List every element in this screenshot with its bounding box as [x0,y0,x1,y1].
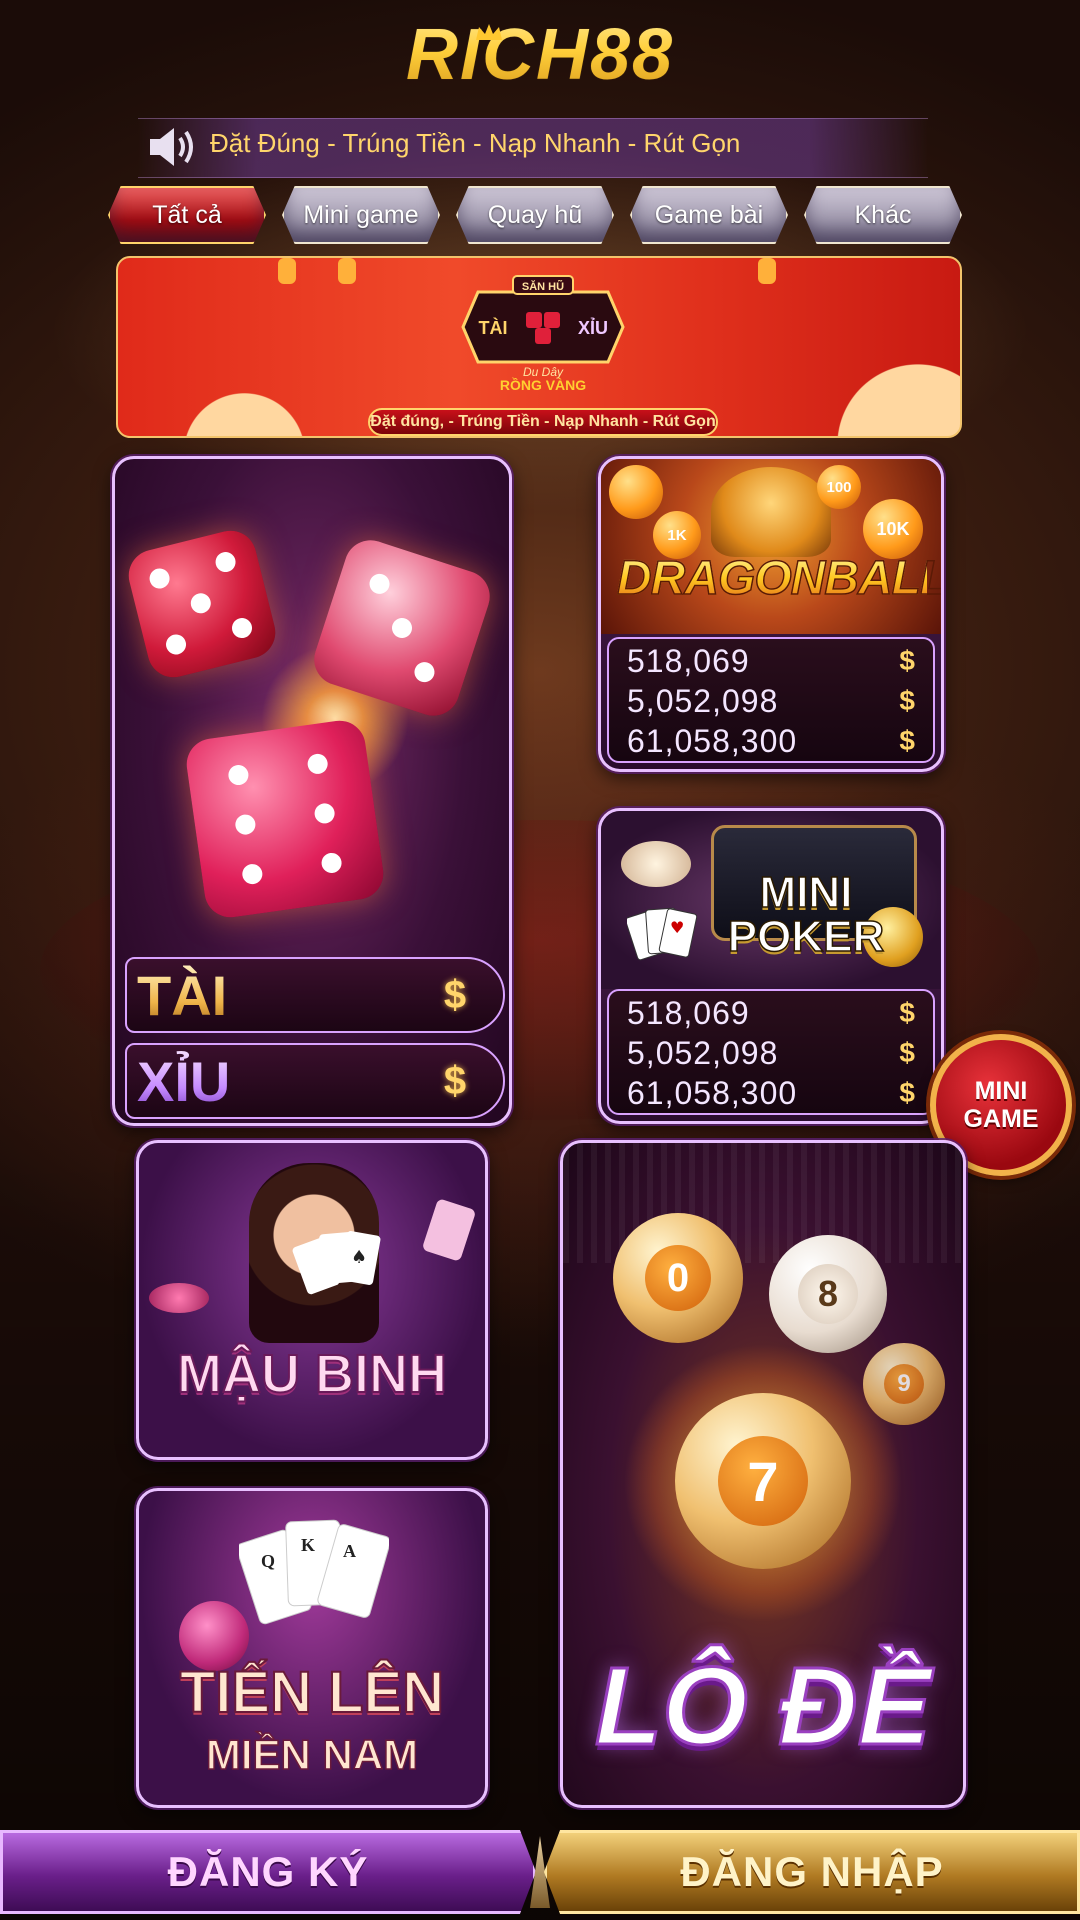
register-label: ĐĂNG KÝ [167,1848,369,1895]
minipoker-jackpot-list: 518,069 $ 5,052,098 $ 61,058,300 $ [607,989,935,1115]
minipoker-title-line2: POKER [727,912,885,961]
emblem-tai-label: TÀI [479,317,508,338]
floating-card-decoration [421,1198,477,1262]
dollar-coin-icon: $ [443,973,467,1017]
lottery-ball-icon: 0 [613,1213,743,1343]
tab-mini-game[interactable]: Mini game [282,186,440,244]
tab-label: Quay hũ [487,200,583,229]
dragonball-artwork: 1K 100 10K DRAGONBALLZ [601,459,941,634]
emblem-xiu-label: XỈU [578,317,608,338]
login-label: ĐĂNG NHẬP [680,1848,944,1895]
jackpot-value: 518,069 [627,643,750,679]
lottery-ball-icon: 8 [769,1235,887,1353]
marquee-text: Đặt Đúng - Trúng Tiền - Nạp Nhanh - Rút … [210,128,741,158]
svg-text:♠: ♠ [351,1247,367,1268]
game-card-lode[interactable]: 0 8 9 7 LÔ ĐỀ [560,1140,966,1808]
dollar-coin-icon: $ [899,1077,915,1108]
card-letter: Q [261,1551,275,1571]
logo-text: RICH88 [405,15,675,95]
tai-label: TÀI [137,964,228,1027]
tab-all[interactable]: Tất cả [108,186,266,244]
game-card-maubinh[interactable]: ♠ MẬU BINH [136,1140,488,1460]
tienlen-title: TIẾN LÊN [179,1660,445,1725]
game-card-tienlen[interactable]: Q K A TIẾN LÊN MIỀN NAM [136,1488,488,1808]
register-button[interactable]: ĐĂNG KÝ [0,1830,536,1914]
dragon-ball-icon: 10K [863,499,923,559]
minipoker-artwork: ♥ MINI POKER [601,811,941,989]
jackpot-value: 5,052,098 [627,683,779,719]
dollar-coin-icon: $ [443,1059,467,1103]
bet-tai-button[interactable]: TÀI $ [125,957,505,1033]
emblem-top-label: SĂN HŨ [522,280,564,293]
tab-label: Tất cả [152,200,222,229]
dragon-ball-icon: 100 [817,465,861,509]
poker-chip-icon [149,1283,209,1313]
bet-xiu-button[interactable]: XỈU $ [125,1043,505,1119]
character-art [711,467,831,557]
tab-card-games[interactable]: Game bài [630,186,788,244]
lode-title: LÔ ĐỀ [593,1644,932,1770]
tab-label: Khác [854,200,912,229]
banner-caption: Đặt đúng, - Trúng Tiền - Nạp Nhanh - Rút… [368,408,718,436]
xiu-label: XỈU [137,1050,231,1113]
emblem-title-line2: RỒNG VÀNG [500,376,586,392]
lantern-decoration [758,258,776,284]
minipoker-title: MINI POKER [681,868,931,961]
crown-icon [476,24,502,40]
tab-label: Game bài [654,200,764,229]
tab-label: Mini game [303,200,419,229]
card-letter: K [301,1535,315,1555]
playing-cards-icon: ♠ [292,1231,381,1295]
dollar-coin-icon: $ [899,1037,915,1068]
dollar-coin-icon: $ [899,997,915,1028]
tab-slots[interactable]: Quay hũ [456,186,614,244]
dollar-coin-icon: $ [899,725,915,756]
jackpot-value: 5,052,098 [627,1035,779,1071]
lantern-decoration [278,258,296,284]
dollar-coin-icon: $ [899,645,915,676]
maubinh-title: MẬU BINH [176,1343,448,1405]
dragonball-title: DRAGONBALLZ [616,551,944,606]
dice-icon [183,717,387,921]
lantern-decoration [338,258,356,284]
mini-game-label-line2: GAME [963,1105,1039,1133]
tab-other[interactable]: Khác [804,186,962,244]
mini-game-label-line1: MINI [974,1077,1028,1105]
game-card-minipoker[interactable]: ♥ MINI POKER 518,069 $ 5,052,098 $ 61,05… [598,808,944,1124]
card-letter: A [343,1541,356,1561]
login-button[interactable]: ĐĂNG NHẬP [544,1830,1080,1914]
jackpot-value: 61,058,300 [627,723,798,759]
tienlen-subtitle: MIỀN NAM [205,1730,419,1779]
brand-logo: RICH88 [0,14,1080,96]
dragon-ball-icon [609,465,663,519]
lottery-ball-icon: 7 [675,1393,851,1569]
playing-cards-icon: Q K A [239,1519,389,1625]
dollar-coin-icon: $ [899,685,915,716]
speaker-icon[interactable] [148,122,200,172]
jackpot-value: 518,069 [627,995,750,1031]
minipoker-title-line1: MINI [759,868,853,917]
game-card-dragonball[interactable]: 1K 100 10K DRAGONBALLZ 518,069 $ 5,052,0… [598,456,944,772]
jackpot-value: 61,058,300 [627,1075,798,1111]
category-tabs: Tất cả Mini game Quay hũ Game bài Khác [108,186,978,246]
dice-icon [123,525,281,683]
game-card-taixiu[interactable]: TÀI $ XỈU $ [112,456,512,1126]
dragonball-jackpot-list: 518,069 $ 5,052,098 $ 61,058,300 $ [607,637,935,763]
taixiu-emblem: SĂN HŨ TÀI XỈU Du Dây RỒNG VÀNG [461,275,625,392]
promo-banner[interactable]: SĂN HŨ TÀI XỈU Du Dây RỒNG VÀNG Đặt đúng… [116,256,962,438]
